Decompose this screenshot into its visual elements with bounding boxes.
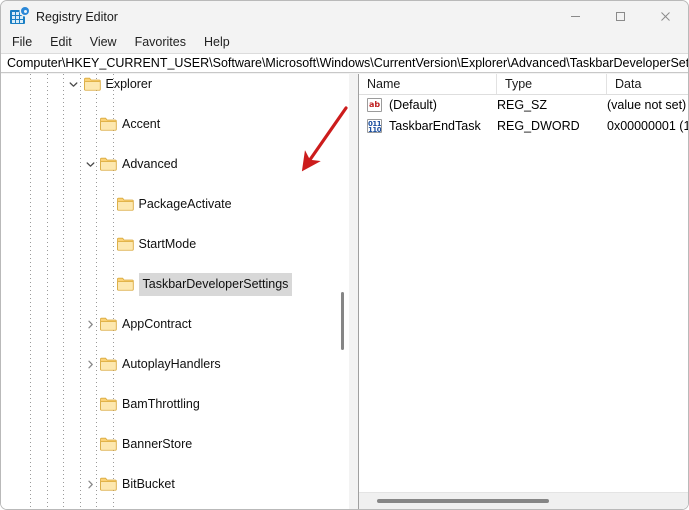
tree-item-label: BitBucket	[122, 477, 175, 491]
tree-item-bamthrottling[interactable]: BamThrottling	[1, 394, 349, 414]
folder-icon	[116, 277, 134, 291]
tree-item-appcontract[interactable]: AppContract	[1, 314, 349, 334]
value-type: REG_DWORD	[497, 119, 580, 133]
folder-icon	[100, 477, 117, 491]
registry-tree-pane[interactable]: Explorer Accent Advanced PackageActivate Sta…	[1, 74, 349, 509]
column-header-data[interactable]: Data	[607, 74, 688, 94]
tree-scrollbar-thumb[interactable]	[341, 292, 344, 350]
tree-item-advanced[interactable]: Advanced	[1, 154, 349, 174]
values-rows: ab (Default) REG_SZ (value not set) 011 110 Ta…	[359, 95, 688, 137]
window-title: Registry Editor	[36, 9, 118, 24]
menu-item-file[interactable]: File	[3, 33, 41, 52]
tree-item-bitbucket[interactable]: BitBucket	[1, 474, 349, 494]
folder-icon	[83, 77, 101, 91]
pane-splitter[interactable]	[349, 74, 358, 509]
title-bar: Registry Editor	[1, 1, 688, 32]
chevron-down-icon[interactable]	[67, 77, 81, 91]
values-column-header: Name Type Data	[359, 74, 688, 95]
close-icon	[661, 12, 670, 21]
tree-item-label: TaskbarDeveloperSettings	[138, 272, 293, 296]
tree-item-autoplayhandlers[interactable]: AutoplayHandlers	[1, 354, 349, 374]
tree-item-label: BannerStore	[122, 437, 193, 451]
value-row[interactable]: 011 110 TaskbarEndTask REG_DWORD 0x00000001 …	[359, 116, 688, 137]
folder-icon	[100, 397, 117, 411]
folder-icon	[100, 317, 117, 331]
dword-value-icon: 011 110	[367, 119, 382, 133]
menu-item-view[interactable]: View	[81, 33, 126, 52]
maximize-icon	[616, 12, 625, 21]
folder-icon	[100, 157, 117, 171]
registry-editor-window: Registry Editor File Edit View Favorites…	[0, 0, 689, 510]
main-content: Explorer Accent Advanced PackageActivate Sta…	[1, 74, 688, 509]
value-type: REG_SZ	[497, 98, 548, 112]
column-header-type[interactable]: Type	[497, 74, 607, 94]
registry-values-pane[interactable]: Name Type Data ab (Default) REG_SZ (value n…	[358, 74, 688, 509]
tree-item-bannerstore[interactable]: BannerStore	[1, 434, 349, 454]
tree-rows: Explorer Accent Advanced PackageActivate Sta…	[1, 74, 349, 509]
values-scrollbar-thumb[interactable]	[377, 499, 549, 503]
tree-item-startmode[interactable]: StartMode	[1, 234, 349, 254]
tree-vertical-scrollbar[interactable]	[336, 74, 349, 509]
folder-icon	[116, 237, 134, 251]
minimize-icon	[571, 16, 580, 17]
menu-bar: File Edit View Favorites Help	[1, 32, 688, 53]
maximize-button[interactable]	[598, 1, 643, 32]
tree-item-label: Advanced	[122, 157, 178, 171]
value-name: (Default)	[389, 98, 437, 112]
string-value-icon: ab	[367, 98, 382, 112]
menu-item-edit[interactable]: Edit	[41, 33, 81, 52]
folder-icon	[100, 357, 117, 371]
chevron-right-icon[interactable]	[83, 317, 97, 331]
folder-icon	[100, 437, 117, 451]
chevron-down-icon[interactable]	[83, 157, 97, 171]
chevron-right-icon[interactable]	[83, 357, 97, 371]
chevron-right-icon[interactable]	[83, 477, 97, 491]
values-horizontal-scrollbar[interactable]	[359, 492, 688, 509]
tree-item-label: Explorer	[105, 77, 153, 91]
value-data: 0x00000001 (1)	[607, 119, 688, 133]
tree-item-label: Accent	[122, 117, 161, 131]
value-data: (value not set)	[607, 98, 687, 112]
registry-editor-icon	[10, 7, 29, 25]
value-name: TaskbarEndTask	[389, 119, 481, 133]
value-row[interactable]: ab (Default) REG_SZ (value not set)	[359, 95, 688, 116]
tree-item-label: PackageActivate	[138, 197, 232, 211]
window-controls	[553, 1, 688, 32]
tree-item-taskbardevelopersettings[interactable]: TaskbarDeveloperSettings	[1, 272, 349, 296]
address-bar[interactable]: Computer\HKEY_CURRENT_USER\Software\Micr…	[1, 53, 688, 73]
registry-path: Computer\HKEY_CURRENT_USER\Software\Micr…	[7, 56, 688, 70]
tree-item-label: AutoplayHandlers	[122, 357, 221, 371]
menu-item-favorites[interactable]: Favorites	[126, 33, 195, 52]
tree-item-label: StartMode	[138, 237, 197, 251]
menu-item-help[interactable]: Help	[195, 33, 239, 52]
column-header-name[interactable]: Name	[359, 74, 497, 94]
close-button[interactable]	[643, 1, 688, 32]
tree-item-explorer[interactable]: Explorer	[1, 74, 349, 94]
tree-item-packageactivate[interactable]: PackageActivate	[1, 194, 349, 214]
minimize-button[interactable]	[553, 1, 598, 32]
tree-item-accent[interactable]: Accent	[1, 114, 349, 134]
tree-item-label: AppContract	[122, 317, 192, 331]
folder-icon	[116, 197, 134, 211]
folder-icon	[100, 117, 117, 131]
tree-item-label: BamThrottling	[122, 397, 200, 411]
